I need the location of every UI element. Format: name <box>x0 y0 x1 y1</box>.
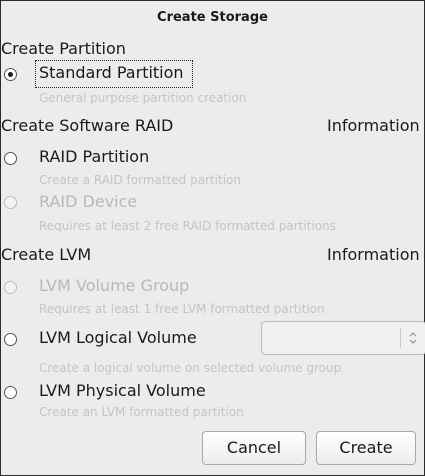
section-create-software-raid: Create Software RAID <box>1 116 174 135</box>
standard-partition-label[interactable]: Standard Partition <box>39 63 184 82</box>
lvm-physical-volume-radio[interactable] <box>4 386 17 399</box>
standard-partition-hint: General purpose partition creation <box>39 91 247 105</box>
raid-device-hint: Requires at least 2 free RAID formatted … <box>39 219 336 233</box>
titlebar[interactable]: Create Storage <box>1 1 424 29</box>
standard-partition-radio[interactable] <box>4 68 17 81</box>
raid-device-radio <box>4 196 17 209</box>
radio-selected-dot <box>8 72 13 77</box>
lvm-volume-group-label: LVM Volume Group <box>39 276 190 295</box>
create-storage-dialog: Create Storage Create Partition Standard… <box>0 0 425 476</box>
raid-information-label: Information <box>327 116 420 135</box>
lvm-logical-volume-label[interactable]: LVM Logical Volume <box>39 328 197 347</box>
lvm-volume-group-hint: Requires at least 1 free LVM formatted p… <box>39 302 325 316</box>
combo-separator <box>400 328 401 348</box>
raid-partition-hint: Create a RAID formatted partition <box>39 173 241 187</box>
raid-partition-radio[interactable] <box>4 152 17 165</box>
cancel-button[interactable]: Cancel <box>202 431 306 465</box>
volume-group-combo[interactable] <box>261 321 425 355</box>
lvm-physical-volume-label[interactable]: LVM Physical Volume <box>39 381 206 400</box>
lvm-logical-volume-radio[interactable] <box>4 333 17 346</box>
section-create-lvm: Create LVM <box>1 245 92 264</box>
lvm-logical-volume-hint: Create a logical volume on selected volu… <box>39 361 342 375</box>
section-create-partition: Create Partition <box>1 39 126 58</box>
lvm-volume-group-radio <box>4 281 17 294</box>
lvm-information-label: Information <box>327 245 420 264</box>
raid-device-label: RAID Device <box>39 192 138 211</box>
dialog-title: Create Storage <box>157 10 268 25</box>
updown-chevron-icon <box>409 332 417 344</box>
raid-partition-label[interactable]: RAID Partition <box>39 147 149 166</box>
create-button[interactable]: Create <box>316 431 416 465</box>
lvm-physical-volume-hint: Create an LVM formatted partition <box>39 405 244 419</box>
